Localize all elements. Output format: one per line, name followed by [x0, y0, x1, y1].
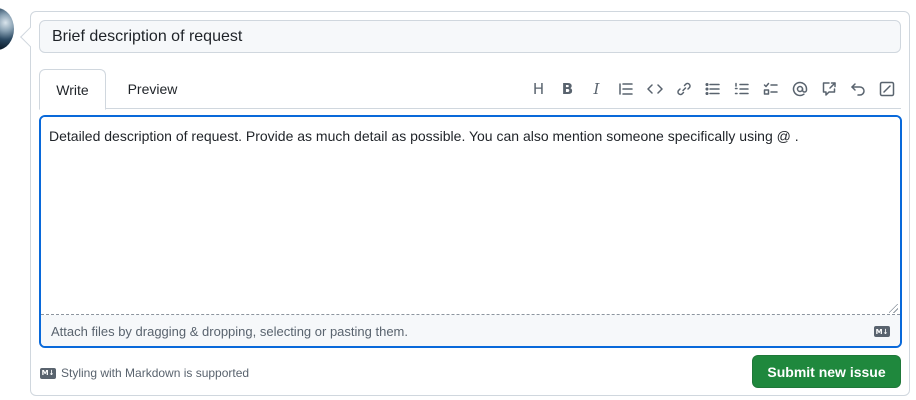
heading-button[interactable]: H: [524, 75, 553, 103]
issue-body-textarea[interactable]: [41, 117, 900, 315]
code-button[interactable]: [640, 75, 669, 103]
italic-button[interactable]: I: [582, 75, 611, 103]
tab-preview[interactable]: Preview: [119, 69, 186, 109]
card-pointer: [20, 27, 40, 47]
resize-handle[interactable]: [889, 304, 898, 313]
slash-command-icon: [879, 81, 894, 97]
quote-icon: [618, 83, 633, 95]
quote-button[interactable]: [611, 75, 640, 103]
issue-title-input[interactable]: [39, 20, 901, 53]
markdown-toolbar: H B I: [524, 69, 901, 109]
comment-editor: Attach files by dragging & dropping, sel…: [39, 115, 902, 348]
markdown-help[interactable]: M↓ Styling with Markdown is supported: [40, 364, 249, 382]
slash-command-button[interactable]: [872, 75, 901, 103]
markdown-icon: M↓: [874, 326, 890, 337]
cross-reference-icon: [822, 82, 836, 96]
bold-button[interactable]: B: [553, 75, 582, 103]
heading-icon: H: [532, 80, 545, 98]
submit-issue-button[interactable]: Submit new issue: [752, 355, 901, 388]
avatar: [0, 8, 14, 50]
ordered-list-icon: [734, 82, 749, 95]
task-list-button[interactable]: [756, 75, 785, 103]
bold-icon: B: [561, 80, 574, 98]
unordered-list-icon: [704, 82, 720, 96]
cross-reference-button[interactable]: [814, 75, 843, 103]
attach-hint: Attach files by dragging & dropping, sel…: [51, 324, 408, 339]
code-icon: [646, 84, 663, 94]
task-list-icon: [763, 82, 778, 95]
mention-button[interactable]: [785, 75, 814, 103]
new-issue-form: Write Preview H B I: [20, 11, 910, 396]
unordered-list-button[interactable]: [698, 75, 727, 103]
markdown-note: Styling with Markdown is supported: [61, 366, 250, 380]
file-attachment-dropzone[interactable]: Attach files by dragging & dropping, sel…: [41, 315, 900, 346]
markdown-icon: M↓: [40, 367, 56, 379]
undo-icon: [850, 83, 865, 96]
link-button[interactable]: [669, 75, 698, 103]
editor-tabs: Write Preview H B I: [39, 69, 901, 110]
tab-write[interactable]: Write: [39, 69, 106, 110]
undo-button[interactable]: [843, 75, 872, 103]
mention-icon: [792, 81, 807, 97]
ordered-list-button[interactable]: [727, 75, 756, 103]
link-icon: [676, 82, 691, 96]
italic-icon: I: [593, 80, 600, 98]
